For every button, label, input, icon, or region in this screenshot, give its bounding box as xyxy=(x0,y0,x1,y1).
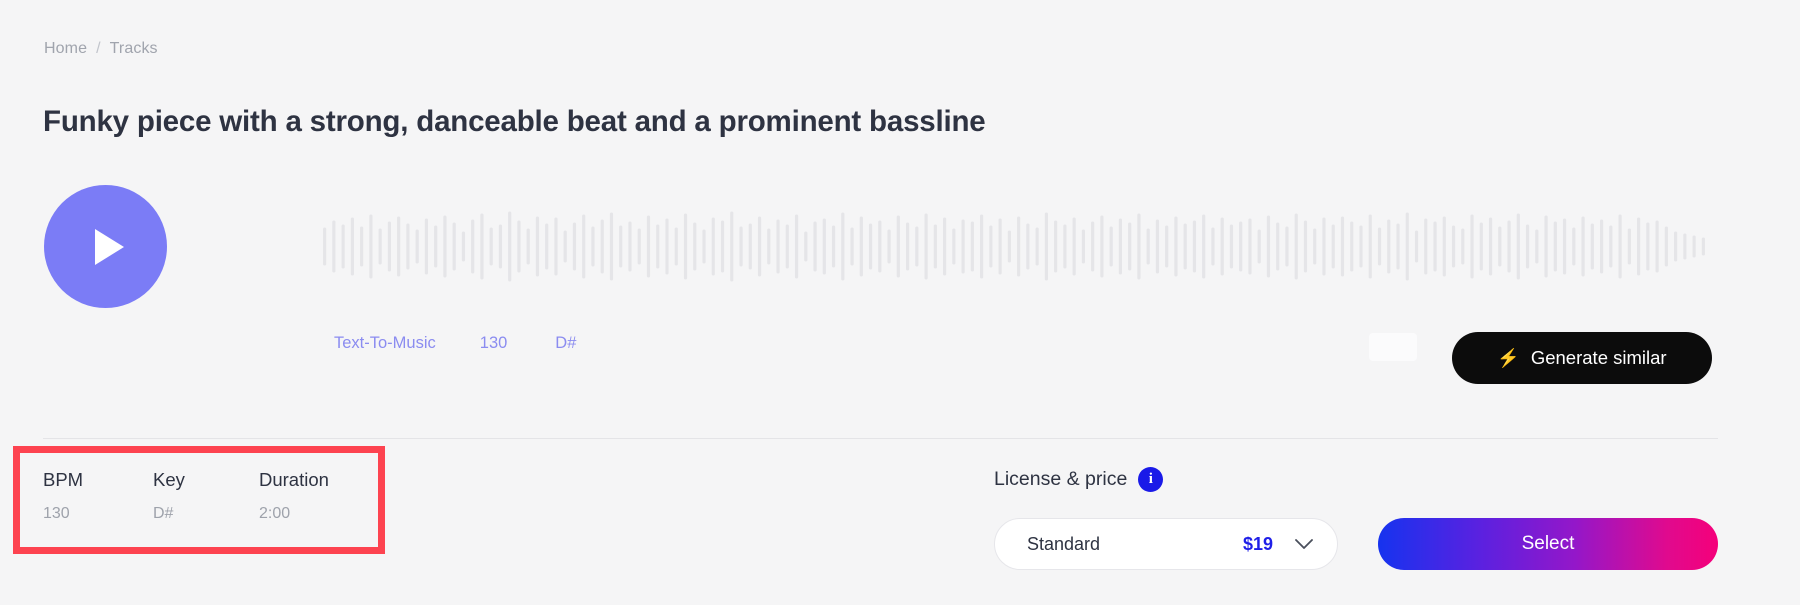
license-selected-price: $19 xyxy=(1242,533,1273,554)
tag-text-to-music[interactable]: Text-To-Music xyxy=(334,334,436,353)
chevron-down-icon xyxy=(1295,538,1313,550)
section-divider xyxy=(43,438,1718,439)
play-icon xyxy=(95,228,124,265)
select-license-button[interactable]: Select xyxy=(1378,518,1718,570)
breadcrumb-separator: / xyxy=(96,40,101,57)
license-header: License & price i xyxy=(994,467,1164,492)
breadcrumb-item-tracks[interactable]: Tracks xyxy=(110,40,158,58)
meta-label-duration: Duration xyxy=(259,469,329,490)
tag-key[interactable]: D# xyxy=(555,334,576,353)
meta-value-key: D# xyxy=(153,505,174,522)
select-button-label: Select xyxy=(1521,533,1575,554)
breadcrumb-item-home[interactable]: Home xyxy=(44,40,87,58)
meta-column-bpm: BPM 130 xyxy=(43,467,153,524)
license-title: License & price xyxy=(994,468,1128,490)
generate-similar-label: Generate similar xyxy=(1530,347,1667,368)
lightning-bolt-icon: ⚡ xyxy=(1497,348,1520,368)
track-meta-stats: BPM 130 Key D# Duration 2:00 xyxy=(43,467,379,524)
info-icon[interactable]: i xyxy=(1138,467,1164,492)
meta-label-bpm: BPM xyxy=(43,469,84,490)
license-select-dropdown[interactable]: Standard $19 xyxy=(994,518,1338,570)
meta-label-key: Key xyxy=(153,469,185,490)
meta-column-duration: Duration 2:00 xyxy=(259,467,379,524)
meta-value-bpm: 130 xyxy=(43,505,70,522)
license-selected-name: Standard xyxy=(1027,533,1101,554)
tag-bpm[interactable]: 130 xyxy=(480,334,508,353)
breadcrumb: Home / Tracks xyxy=(44,40,158,58)
track-tags: Text-To-Music 130 D# xyxy=(334,334,576,353)
generate-similar-button[interactable]: ⚡ Generate similar xyxy=(1452,332,1712,384)
meta-column-key: Key D# xyxy=(153,467,259,524)
waveform-overlay-block xyxy=(1369,333,1417,361)
waveform-bars xyxy=(323,211,1705,282)
play-button[interactable] xyxy=(44,185,167,308)
meta-value-duration: 2:00 xyxy=(259,505,291,522)
waveform[interactable] xyxy=(320,188,1708,305)
page-title: Funky piece with a strong, danceable bea… xyxy=(43,104,986,138)
